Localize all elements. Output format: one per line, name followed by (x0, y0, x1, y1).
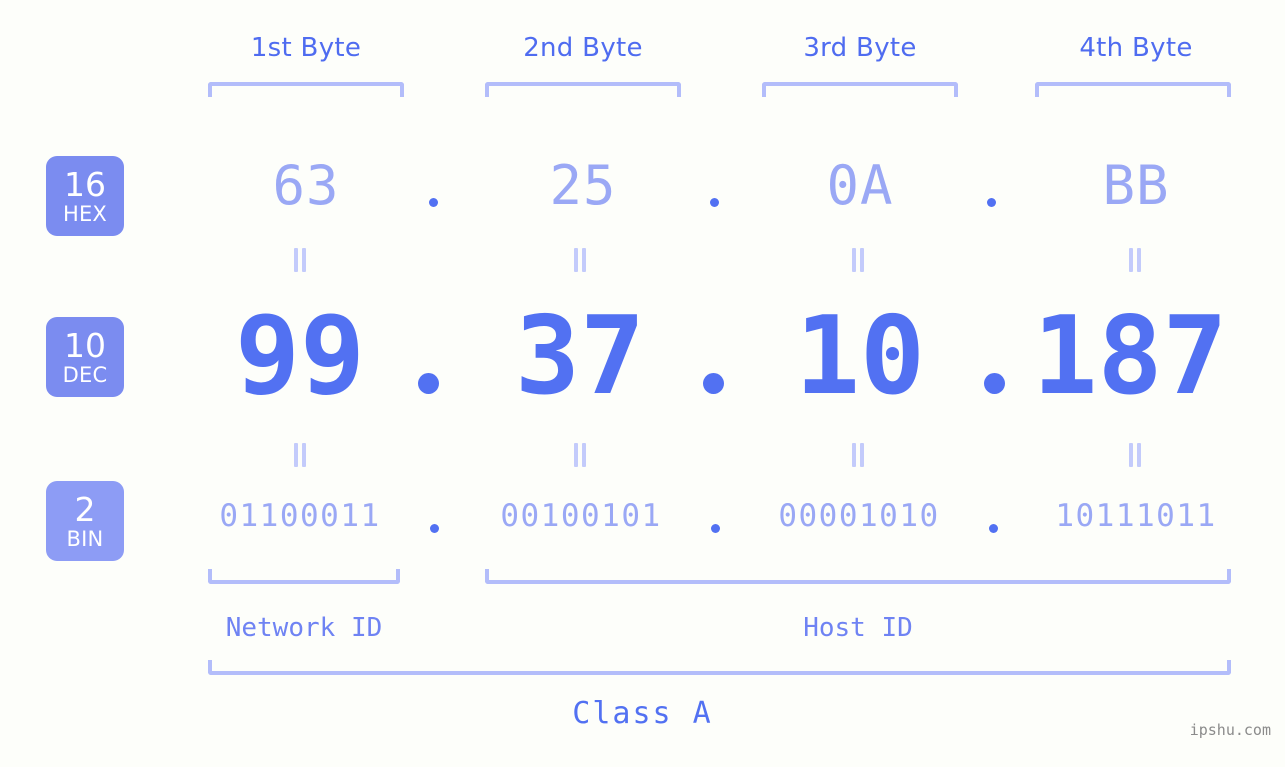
network-id-label: Network ID (225, 613, 383, 643)
dec-byte-1: 99 (234, 294, 366, 419)
dec-separator-dot-1 (418, 373, 439, 394)
byte-bracket-top-4 (1035, 82, 1231, 97)
bin-byte-2: 00100101 (500, 498, 662, 534)
bin-byte-3: 00001010 (778, 498, 940, 534)
bin-separator-dot-3 (989, 524, 998, 533)
bin-separator-dot-1 (430, 524, 439, 533)
equals-mark-dec-bin-2 (573, 443, 587, 467)
base-badge-dec-number: 10 (64, 325, 106, 365)
site-watermark: ipshu.com (1189, 721, 1271, 739)
bin-separator-dot-2 (711, 524, 720, 533)
equals-mark-hex-dec-2 (573, 248, 587, 272)
base-badge-bin-number: 2 (74, 489, 96, 529)
hex-separator-dot-2 (710, 198, 719, 207)
dec-byte-4: 187 (1032, 294, 1228, 419)
base-badge-bin: 2 BIN (46, 481, 124, 561)
equals-mark-hex-dec-1 (293, 248, 307, 272)
dec-byte-3: 10 (794, 294, 926, 419)
equals-mark-dec-bin-3 (851, 443, 865, 467)
dec-separator-dot-2 (703, 373, 724, 394)
bin-byte-4: 10111011 (1055, 498, 1217, 534)
hex-byte-3: 0A (826, 154, 894, 217)
hex-byte-1: 63 (272, 154, 340, 217)
hex-byte-2: 25 (549, 154, 617, 217)
class-label: Class A (572, 696, 713, 731)
dec-separator-dot-3 (984, 373, 1005, 394)
class-bracket (208, 660, 1231, 675)
byte-header-2: 2nd Byte (523, 33, 643, 63)
equals-mark-dec-bin-1 (293, 443, 307, 467)
base-badge-hex-number: 16 (64, 164, 106, 204)
byte-header-3: 3rd Byte (803, 33, 917, 63)
base-badge-dec-label: DEC (62, 362, 108, 387)
base-badge-dec: 10 DEC (46, 317, 124, 397)
network-id-bracket (208, 569, 400, 584)
byte-header-1: 1st Byte (250, 33, 362, 63)
base-badge-hex-label: HEX (62, 201, 108, 226)
equals-mark-hex-dec-3 (851, 248, 865, 272)
base-badge-bin-label: BIN (66, 526, 104, 551)
equals-mark-hex-dec-4 (1128, 248, 1142, 272)
byte-header-4: 4th Byte (1079, 33, 1193, 63)
byte-bracket-top-1 (208, 82, 404, 97)
base-badge-hex: 16 HEX (46, 156, 124, 236)
byte-bracket-top-2 (485, 82, 681, 97)
equals-mark-dec-bin-4 (1128, 443, 1142, 467)
dec-byte-2: 37 (514, 294, 646, 419)
ip-breakdown-diagram: 1st Byte 2nd Byte 3rd Byte 4th Byte 16 H… (0, 0, 1285, 767)
hex-separator-dot-3 (987, 198, 996, 207)
byte-bracket-top-3 (762, 82, 958, 97)
hex-separator-dot-1 (429, 198, 438, 207)
host-id-bracket (485, 569, 1231, 584)
bin-byte-1: 01100011 (219, 498, 381, 534)
host-id-label: Host ID (803, 613, 913, 643)
hex-byte-4: BB (1102, 154, 1170, 217)
